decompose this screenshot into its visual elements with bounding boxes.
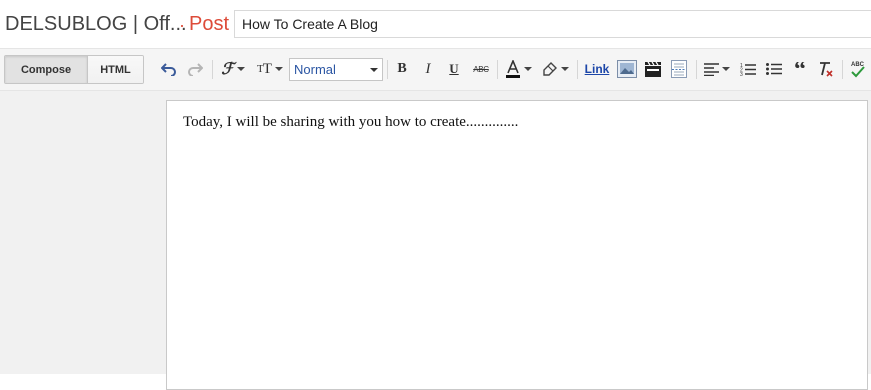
highlight-color-icon[interactable] bbox=[540, 58, 570, 80]
underline-icon[interactable]: U bbox=[445, 58, 463, 80]
insert-link-button[interactable]: Link bbox=[583, 58, 611, 80]
post-title-input[interactable] bbox=[234, 10, 871, 38]
bulleted-list-icon[interactable] bbox=[763, 58, 785, 80]
text-color-icon[interactable] bbox=[503, 58, 533, 80]
editor-workspace: Today, I will be sharing with you how to… bbox=[0, 91, 871, 390]
chevron-down-icon bbox=[370, 68, 378, 72]
toolbar-divider bbox=[696, 60, 697, 79]
insert-video-icon[interactable] bbox=[642, 58, 664, 80]
redo-icon[interactable] bbox=[185, 58, 205, 80]
post-label: Post bbox=[189, 13, 230, 35]
post-body-editor[interactable]: Today, I will be sharing with you how to… bbox=[166, 100, 868, 390]
insert-image-icon[interactable] bbox=[616, 58, 638, 80]
svg-text:3: 3 bbox=[740, 72, 743, 76]
toolbar-divider bbox=[497, 60, 498, 79]
toolbar-divider bbox=[577, 60, 578, 79]
font-size-icon[interactable]: TT bbox=[254, 58, 286, 80]
post-body-text[interactable]: Today, I will be sharing with you how to… bbox=[183, 114, 518, 131]
post-header: DELSUBLOG | Off... · Post bbox=[0, 0, 871, 48]
paragraph-format-value: Normal bbox=[294, 62, 336, 77]
toolbar-divider bbox=[842, 60, 843, 79]
toolbar-divider bbox=[387, 60, 388, 79]
remove-formatting-icon[interactable] bbox=[815, 58, 837, 80]
undo-icon[interactable] bbox=[159, 58, 179, 80]
align-icon[interactable] bbox=[702, 58, 732, 80]
italic-icon[interactable]: I bbox=[419, 58, 437, 80]
toolbar-divider bbox=[212, 60, 213, 79]
spellcheck-icon[interactable]: ABC bbox=[848, 58, 868, 80]
bold-icon[interactable]: B bbox=[393, 58, 411, 80]
paragraph-format-select[interactable]: Normal bbox=[289, 58, 383, 81]
numbered-list-icon[interactable]: 123 bbox=[737, 58, 759, 80]
strikethrough-icon[interactable]: ABC bbox=[470, 58, 492, 80]
tab-compose[interactable]: Compose bbox=[5, 56, 88, 83]
jump-break-icon[interactable] bbox=[668, 58, 690, 80]
font-family-icon[interactable]: ℱ bbox=[218, 58, 248, 80]
mode-tabs: Compose HTML bbox=[4, 55, 144, 84]
breadcrumb-separator: · bbox=[179, 15, 185, 35]
editor-toolbar: Compose HTML ℱ TT Normal B I U ABC Link bbox=[0, 48, 871, 91]
quote-icon[interactable]: “ bbox=[789, 58, 811, 80]
tab-html[interactable]: HTML bbox=[88, 56, 143, 83]
blog-title[interactable]: DELSUBLOG | Off... bbox=[5, 13, 187, 36]
